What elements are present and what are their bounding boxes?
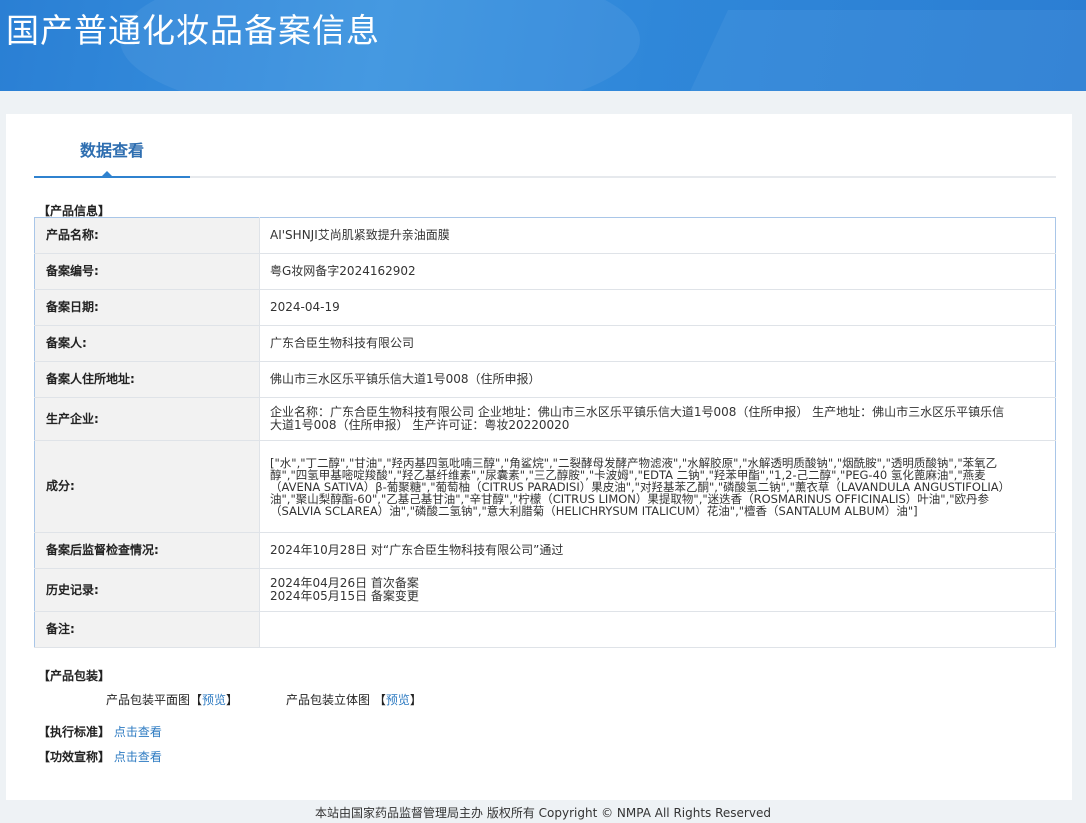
bracket: 】 — [226, 693, 239, 707]
table-row: 备案人: 广东合臣生物科技有限公司 — [34, 325, 1056, 362]
table-row: 产品名称: AI'SHNJI艾尚肌紧致提升亲油面膜 — [34, 217, 1056, 254]
standard-row: 【执行标准】 点击查看 — [38, 723, 162, 740]
content-card: 数据查看 【产品信息】 产品名称: AI'SHNJI艾尚肌紧致提升亲油面膜 备案… — [6, 114, 1072, 800]
row-key: 备案后监督检查情况: — [34, 532, 260, 569]
tab-active-caret-icon — [101, 171, 113, 177]
row-key: 成分: — [34, 440, 260, 533]
packaging-solid-label: 产品包装立体图 — [286, 693, 371, 707]
standard-view-link[interactable]: 点击查看 — [114, 725, 162, 739]
bracket: 】 — [409, 693, 422, 707]
table-row: 历史记录: 2024年04月26日 首次备案 2024年05月15日 备案变更 — [34, 568, 1056, 612]
row-value: ["水","丁二醇","甘油","羟丙基四氢吡喃三醇","角鲨烷","二裂酵母发… — [259, 440, 1056, 533]
page-banner: 国产普通化妆品备案信息 — [0, 0, 1086, 91]
table-row: 备注: — [34, 611, 1056, 648]
row-value — [259, 611, 1056, 648]
product-info-table: 产品名称: AI'SHNJI艾尚肌紧致提升亲油面膜 备案编号: 粤G妆网备字20… — [34, 217, 1056, 648]
claims-row: 【功效宣称】 点击查看 — [38, 748, 162, 765]
packaging-flat: 产品包装平面图【预览】 — [106, 691, 238, 708]
row-value: AI'SHNJI艾尚肌紧致提升亲油面膜 — [259, 217, 1056, 254]
history-entry: 2024年05月15日 备案变更 — [270, 589, 419, 603]
table-row: 备案日期: 2024-04-19 — [34, 289, 1056, 326]
row-key: 备注: — [34, 611, 260, 648]
row-value: 佛山市三水区乐平镇乐信大道1号008（住所申报） — [259, 361, 1056, 398]
table-row: 备案后监督检查情况: 2024年10月28日 对“广东合臣生物科技有限公司”通过 — [34, 532, 1056, 569]
row-key: 备案人住所地址: — [34, 361, 260, 398]
packaging-flat-label: 产品包装平面图 — [106, 693, 191, 707]
packaging-solid-preview-link[interactable]: 预览 — [386, 693, 410, 707]
table-row: 备案编号: 粤G妆网备字2024162902 — [34, 253, 1056, 290]
row-key: 历史记录: — [34, 568, 260, 612]
claims-label: 【功效宣称】 — [38, 750, 111, 764]
row-key: 生产企业: — [34, 397, 260, 441]
packaging-solid: 产品包装立体图 【预览】 — [286, 691, 422, 708]
row-value: 2024-04-19 — [259, 289, 1056, 326]
row-value: 企业名称：广东合臣生物科技有限公司 企业地址：佛山市三水区乐平镇乐信大道1号00… — [259, 397, 1056, 441]
table-row: 生产企业: 企业名称：广东合臣生物科技有限公司 企业地址：佛山市三水区乐平镇乐信… — [34, 397, 1056, 441]
bracket: 【 — [373, 693, 386, 707]
row-value: 广东合臣生物科技有限公司 — [259, 325, 1056, 362]
row-value: 2024年04月26日 首次备案 2024年05月15日 备案变更 — [259, 568, 1056, 612]
row-key: 备案人: — [34, 325, 260, 362]
row-value: 2024年10月28日 对“广东合臣生物科技有限公司”通过 — [259, 532, 1056, 569]
banner-decoration — [672, 10, 1086, 91]
page-title: 国产普通化妆品备案信息 — [6, 11, 380, 50]
standard-label: 【执行标准】 — [38, 725, 111, 739]
row-value: 粤G妆网备字2024162902 — [259, 253, 1056, 290]
footer-copyright: 本站由国家药品监督管理局主办 版权所有 Copyright © NMPA All… — [315, 806, 771, 820]
packaging-flat-preview-link[interactable]: 预览 — [202, 693, 226, 707]
table-row: 备案人住所地址: 佛山市三水区乐平镇乐信大道1号008（住所申报） — [34, 361, 1056, 398]
row-key: 备案编号: — [34, 253, 260, 290]
row-key: 产品名称: — [34, 217, 260, 254]
row-key: 备案日期: — [34, 289, 260, 326]
tab-bar: 数据查看 — [34, 136, 1056, 178]
tab-label: 数据查看 — [79, 141, 144, 160]
packaging-title: 【产品包装】 — [38, 669, 111, 683]
claims-view-link[interactable]: 点击查看 — [114, 750, 162, 764]
tab-data-view[interactable]: 数据查看 — [34, 136, 190, 178]
table-row: 成分: ["水","丁二醇","甘油","羟丙基四氢吡喃三醇","角鲨烷","二… — [34, 440, 1056, 533]
bracket: 【 — [190, 693, 203, 707]
